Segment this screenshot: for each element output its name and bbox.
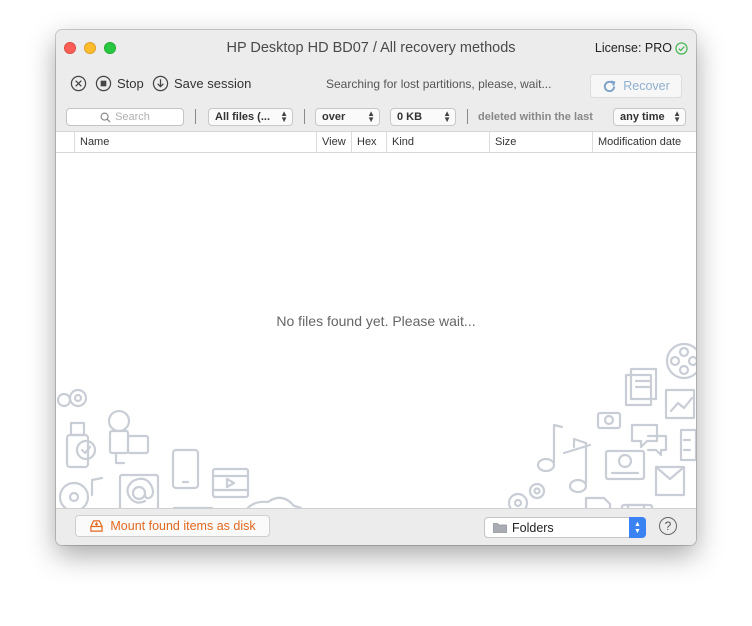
disc-drive-icon	[604, 449, 646, 481]
size-value: 0 KB	[397, 111, 423, 123]
camera-icon	[596, 411, 622, 430]
up-down-arrows-icon: ▲ ▼	[443, 109, 451, 124]
column-header: Name View Hex Kind Size Modification dat…	[56, 131, 696, 153]
email-at-icon	[118, 473, 160, 508]
cloud-icon	[246, 496, 303, 508]
help-button[interactable]: ?	[659, 517, 677, 535]
sd-card-icon	[584, 496, 612, 508]
search-status-text: Searching for lost partitions, please, w…	[326, 77, 552, 91]
view-mode-value: Folders	[512, 520, 554, 535]
up-down-arrows-icon: ▲ ▼	[367, 109, 375, 124]
recover-button[interactable]: Recover	[590, 74, 682, 98]
cabinet-icon	[679, 428, 696, 462]
stop-button[interactable]: Stop	[95, 75, 144, 92]
checkmark-circle-icon	[675, 41, 688, 55]
column-size[interactable]: Size	[489, 132, 593, 152]
search-input[interactable]: Search	[66, 108, 184, 126]
time-range-select[interactable]: any time ▲ ▼	[613, 108, 686, 126]
search-icon	[100, 112, 111, 123]
size-value-select[interactable]: 0 KB ▲ ▼	[390, 108, 456, 126]
folder-icon	[493, 523, 507, 533]
column-hex[interactable]: Hex	[351, 132, 386, 152]
size-operator-value: over	[322, 111, 346, 123]
column-view[interactable]: View	[316, 132, 352, 152]
title-bar: HP Desktop HD BD07 / All recovery method…	[56, 30, 696, 67]
app-window: HP Desktop HD BD07 / All recovery method…	[56, 30, 696, 545]
stop-label: Stop	[117, 76, 144, 91]
view-mode-select[interactable]: Folders ▲ ▼	[484, 517, 646, 538]
mail-envelope-icon	[654, 465, 686, 497]
window-title: HP Desktop HD BD07 / All recovery method…	[226, 40, 516, 56]
video-file-icon	[211, 467, 250, 499]
tablet-icon	[171, 448, 200, 490]
file-type-value: All files (...	[215, 111, 271, 123]
documents-icon	[624, 367, 658, 407]
mount-disk-icon	[90, 520, 104, 532]
search-placeholder: Search	[115, 111, 150, 123]
recover-label: Recover	[623, 79, 670, 93]
bottom-bar: Mount found items as disk Folders ▲ ▼ ?	[56, 508, 696, 545]
file-type-select[interactable]: All files (... ▲ ▼	[208, 108, 293, 126]
up-down-arrows-icon: ▲ ▼	[280, 109, 288, 124]
refresh-icon	[604, 79, 616, 92]
music-notes-icon	[536, 423, 592, 494]
up-down-arrows-icon: ▲ ▼	[673, 109, 681, 124]
column-name[interactable]: Name	[74, 132, 317, 152]
download-circle-icon	[152, 75, 169, 92]
music-disc-icon	[58, 476, 104, 508]
empty-state-message: No files found yet. Please wait...	[276, 313, 476, 329]
close-circle-icon	[70, 75, 87, 92]
size-operator-select[interactable]: over ▲ ▼	[315, 108, 380, 126]
save-session-button[interactable]: Save session	[152, 75, 251, 92]
mount-disk-button[interactable]: Mount found items as disk	[75, 515, 270, 537]
chart-image-icon	[664, 388, 696, 420]
stop-circle-icon	[95, 75, 112, 92]
gears-icon	[507, 482, 546, 508]
usb-drive-icon	[65, 421, 97, 469]
file-list-area: No files found yet. Please wait...	[56, 153, 696, 508]
save-session-label: Save session	[174, 76, 252, 91]
column-kind[interactable]: Kind	[386, 132, 490, 152]
gear-icon	[56, 388, 88, 408]
mount-disk-label: Mount found items as disk	[110, 519, 256, 533]
video-camera-icon	[107, 409, 150, 465]
filter-bar: Search All files (... ▲ ▼ over ▲ ▼ 0 KB ▲ ▼…	[56, 103, 696, 130]
license-status[interactable]: License: PRO	[595, 41, 688, 55]
column-modification-date[interactable]: Modification date	[592, 132, 696, 152]
film-reel-icon	[665, 342, 696, 380]
filter-divider	[195, 109, 196, 124]
license-label: License: PRO	[594, 41, 672, 55]
up-down-arrows-icon: ▲ ▼	[629, 517, 646, 538]
filter-divider	[304, 109, 305, 124]
file-types-illustration	[56, 342, 696, 508]
time-range-value: any time	[620, 111, 665, 123]
deleted-within-label: deleted within the last	[478, 111, 593, 123]
cancel-button[interactable]	[70, 75, 87, 92]
filter-divider	[467, 109, 468, 124]
